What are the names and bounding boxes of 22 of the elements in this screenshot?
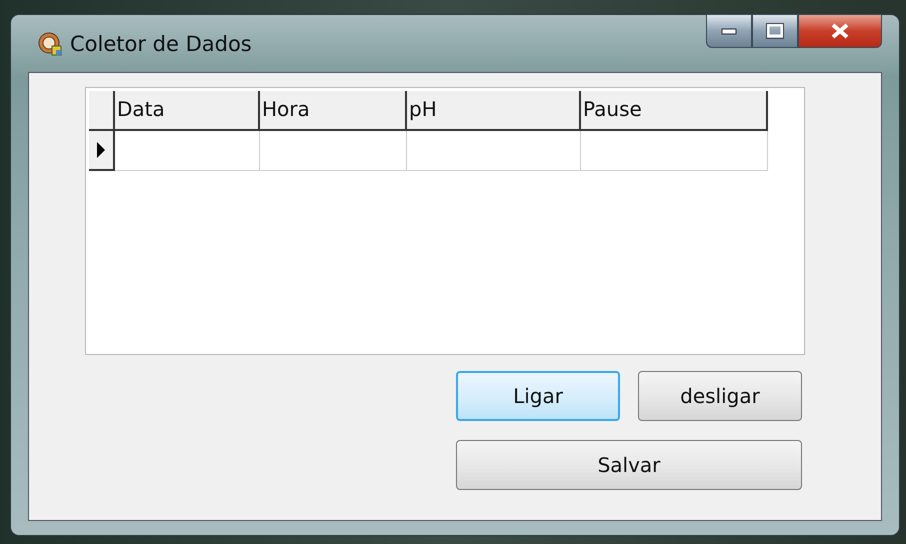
desligar-button[interactable]: desligar xyxy=(638,371,802,421)
table-cell[interactable] xyxy=(260,131,407,171)
minimize-button[interactable] xyxy=(706,14,752,48)
close-button[interactable] xyxy=(798,14,882,48)
app-icon xyxy=(38,32,62,56)
column-header[interactable]: Data xyxy=(115,91,260,131)
column-header[interactable]: Hora xyxy=(260,91,407,131)
grid-corner xyxy=(89,91,115,131)
table-cell[interactable] xyxy=(115,131,260,171)
column-header[interactable]: Pause xyxy=(581,91,768,131)
current-row-icon xyxy=(96,141,106,159)
table-cell[interactable] xyxy=(407,131,581,171)
maximize-icon xyxy=(766,23,784,39)
column-header[interactable]: pH xyxy=(407,91,581,131)
minimize-icon xyxy=(721,27,737,35)
maximize-button[interactable] xyxy=(752,14,798,48)
ligar-button[interactable]: Ligar xyxy=(456,371,620,421)
row-indicator[interactable] xyxy=(89,131,115,171)
window-title: Coletor de Dados xyxy=(70,32,252,56)
close-icon xyxy=(830,23,850,39)
table-cell[interactable] xyxy=(581,131,768,171)
salvar-button[interactable]: Salvar xyxy=(456,440,802,490)
